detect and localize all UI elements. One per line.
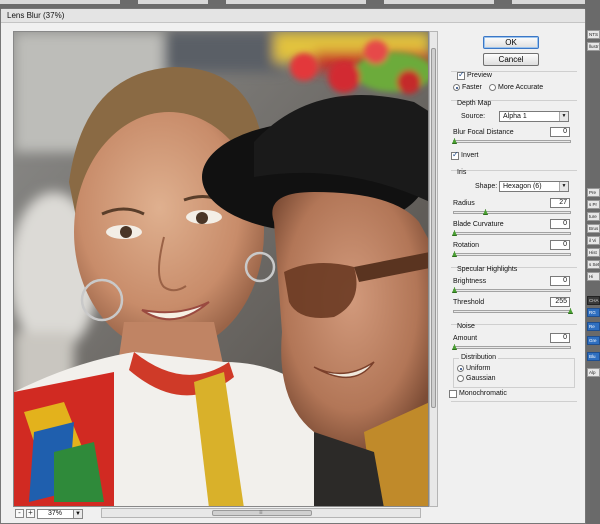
- preview-checkbox[interactable]: [457, 70, 465, 80]
- threshold-field[interactable]: 255: [550, 297, 570, 307]
- brightness-slider[interactable]: [452, 287, 571, 293]
- rotation-label: Rotation: [453, 242, 480, 249]
- preview-vertical-scrollbar[interactable]: [429, 31, 438, 507]
- blade-curvature-field[interactable]: 0: [550, 219, 570, 229]
- zoom-in-label: +: [28, 508, 33, 517]
- source-select-value: Alpha 1: [503, 113, 527, 120]
- distribution-group: [453, 358, 575, 388]
- depth-map-group-label: Depth Map: [457, 100, 492, 107]
- iris-group-label: Iris: [457, 169, 467, 176]
- background-panel-item: il Vi: [587, 236, 600, 245]
- background-menu-strip: [0, 0, 120, 4]
- gaussian-radio[interactable]: [457, 375, 464, 382]
- monochromatic-checkbox[interactable]: [449, 390, 457, 398]
- cancel-button[interactable]: Cancel: [483, 53, 539, 66]
- preview-photo: [14, 32, 428, 506]
- amount-field[interactable]: 0: [550, 333, 570, 343]
- background-panel-item: Gre: [587, 336, 600, 345]
- specular-highlights-group-label: Specular Highlights: [457, 266, 518, 273]
- more-accurate-radio[interactable]: [489, 84, 496, 91]
- invert-label: Invert: [461, 152, 479, 159]
- slider-handle[interactable]: [483, 209, 488, 215]
- radius-label: Radius: [453, 200, 475, 207]
- background-app-side-panel: NTS llustr Pre s Pr ture Brus il Vi Hist s Set Hi…: [585, 0, 600, 524]
- distribution-group-label: Distribution: [459, 354, 499, 361]
- chevron-down-icon: ▼: [559, 112, 568, 121]
- uniform-radio[interactable]: [457, 365, 464, 372]
- slider-handle[interactable]: [452, 138, 457, 144]
- background-panel-item: Hi: [587, 272, 600, 281]
- radius-slider[interactable]: [453, 209, 571, 215]
- divider: [451, 170, 577, 171]
- brightness-label: Brightness: [453, 278, 487, 285]
- background-menu-strip: [384, 0, 494, 4]
- zoom-level-field[interactable]: 37%: [37, 509, 77, 519]
- uniform-label: Uniform: [466, 365, 491, 372]
- slider-handle[interactable]: [452, 344, 457, 350]
- rotation-slider[interactable]: [452, 251, 571, 257]
- faster-radio[interactable]: [453, 84, 460, 91]
- shape-label: Shape:: [475, 183, 498, 190]
- options-panel: OK Cancel Preview Faster More Accurate D…: [447, 9, 581, 524]
- zoom-out-label: -: [18, 508, 21, 517]
- lens-blur-dialog: Lens Blur (37%) ≡ - + 37% ▼ OK Cancel ✓ …: [0, 8, 586, 524]
- background-panel-item: Re: [587, 322, 600, 331]
- background-panel-item: CHA: [587, 296, 600, 305]
- chevron-down-icon: ▼: [75, 511, 81, 517]
- blur-focal-distance-slider[interactable]: [452, 138, 571, 144]
- ok-button[interactable]: OK: [483, 36, 539, 49]
- dialog-title: Lens Blur (37%): [7, 11, 65, 20]
- threshold-label: Threshold: [453, 299, 485, 306]
- horizontal-scroll-thumb[interactable]: ≡: [212, 510, 312, 516]
- brightness-field[interactable]: 0: [550, 276, 570, 286]
- preview-area[interactable]: [13, 31, 429, 507]
- shape-select-value: Hexagon (6): [503, 183, 542, 190]
- noise-group-label: Noise: [457, 323, 475, 330]
- background-panel-item: Hist: [587, 248, 600, 257]
- amount-label: Amount: [453, 335, 478, 342]
- faster-label: Faster: [462, 84, 482, 91]
- preview-label: Preview: [467, 72, 492, 79]
- zoom-in-button[interactable]: +: [26, 509, 35, 518]
- blur-focal-distance-label: Blur Focal Distance: [453, 129, 514, 136]
- divider: [451, 401, 577, 402]
- background-menu-strip: [138, 0, 208, 4]
- slider-handle[interactable]: [452, 230, 457, 236]
- blade-curvature-label: Blade Curvature: [453, 221, 504, 228]
- source-select[interactable]: Alpha 1 ▼: [499, 111, 569, 122]
- threshold-slider[interactable]: [453, 308, 573, 314]
- monochromatic-label: Monochromatic: [459, 390, 507, 397]
- background-menu-strip: [226, 0, 366, 4]
- slider-handle[interactable]: [452, 287, 457, 293]
- radius-field[interactable]: 27: [550, 198, 570, 208]
- background-panel-item: Brus: [587, 224, 600, 233]
- gaussian-label: Gaussian: [466, 375, 496, 382]
- zoom-out-button[interactable]: -: [15, 509, 24, 518]
- background-panel-item: llustr: [587, 42, 600, 51]
- more-accurate-label: More Accurate: [498, 84, 544, 91]
- background-panel-item: Blu: [587, 352, 600, 361]
- slider-handle[interactable]: [568, 308, 573, 314]
- blade-curvature-slider[interactable]: [452, 230, 571, 236]
- background-panel-item: s Pr: [587, 200, 600, 209]
- background-panel-item: RG: [587, 308, 600, 317]
- amount-slider[interactable]: [452, 344, 571, 350]
- background-panel-item: s Set: [587, 260, 600, 269]
- vertical-scroll-thumb[interactable]: [431, 48, 436, 408]
- invert-checkbox[interactable]: [451, 150, 459, 160]
- shape-select[interactable]: Hexagon (6) ▼: [499, 181, 569, 192]
- background-panel-item: Pre: [587, 188, 600, 197]
- background-panel-item: Alp: [587, 368, 600, 377]
- rotation-field[interactable]: 0: [550, 240, 570, 250]
- scroll-grip-icon: ≡: [259, 510, 263, 516]
- preview-horizontal-scrollbar[interactable]: ≡: [101, 508, 421, 518]
- source-label: Source:: [461, 113, 486, 120]
- chevron-down-icon: ▼: [559, 182, 568, 191]
- background-panel-item: ture: [587, 212, 600, 221]
- background-panel-item: NTS: [587, 30, 600, 39]
- zoom-dropdown-button[interactable]: ▼: [73, 509, 83, 519]
- slider-handle[interactable]: [452, 251, 457, 257]
- blur-focal-distance-field[interactable]: 0: [550, 127, 570, 137]
